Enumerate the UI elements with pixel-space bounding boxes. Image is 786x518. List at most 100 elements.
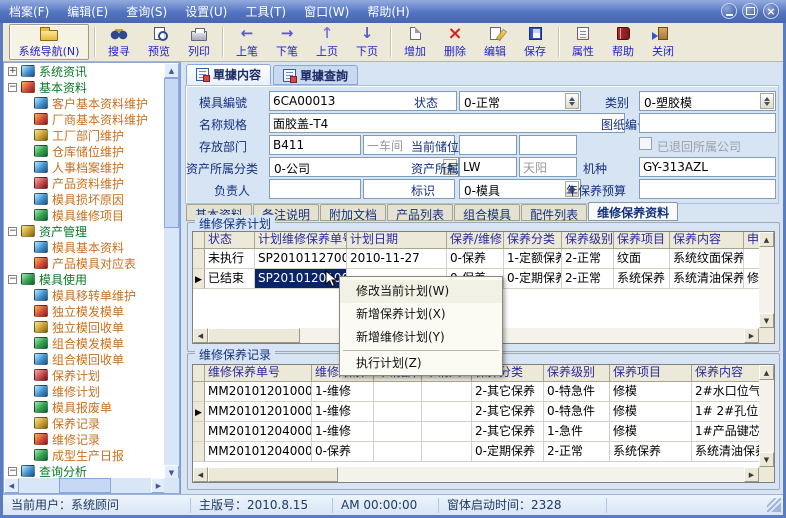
scroll-thumb[interactable] — [208, 328, 300, 343]
menu-item-new-maintain-plan[interactable]: 新增保养计划(X) — [340, 303, 502, 326]
sidebar-item-mold-usage[interactable]: 模具使用 — [4, 271, 164, 287]
records-horizontal-scrollbar[interactable] — [193, 467, 759, 482]
drawing-no-field[interactable] — [639, 113, 776, 133]
scroll-left-icon[interactable] — [193, 328, 208, 343]
menu-item-edit[interactable]: 编辑(E) — [58, 3, 117, 20]
col-maint-level[interactable]: 保养级别 — [544, 365, 610, 382]
menu-item-help[interactable]: 帮助(H) — [358, 3, 418, 20]
sidebar-item-vendor-maintain[interactable]: 厂商基本资料维护 — [4, 111, 164, 127]
edit-button[interactable]: 编辑 — [475, 23, 515, 61]
combo-spinner-icon[interactable] — [565, 93, 579, 109]
machine-field[interactable] — [639, 157, 776, 177]
col-maint-or-repair[interactable]: 保养/维修 — [447, 232, 504, 249]
scroll-up-icon[interactable] — [164, 63, 179, 78]
col-record-no[interactable]: 维修保养单号 — [205, 365, 312, 382]
prev-record-button[interactable]: 上笔 — [227, 23, 267, 61]
tag-combo[interactable]: 0-模具 — [459, 179, 581, 199]
col-maint-content[interactable]: 保养内容 — [670, 232, 744, 249]
tab-combo-mold[interactable]: 组合模具 — [454, 204, 520, 221]
close-button[interactable]: 关闭 — [643, 23, 683, 61]
save-button[interactable]: 保存 — [515, 23, 555, 61]
properties-button[interactable]: 属性 — [563, 23, 603, 61]
scroll-thumb[interactable] — [59, 478, 111, 493]
scroll-right-icon[interactable] — [744, 328, 759, 343]
col-plan-no[interactable]: 计划维修保养单号 — [255, 232, 347, 249]
tab-parts-list[interactable]: 配件列表 — [521, 204, 587, 221]
menu-item-file[interactable]: 档案(F) — [0, 3, 58, 20]
sidebar-item-mold-damage-reason[interactable]: 模具损坏原因 — [4, 191, 164, 207]
menu-item-settings[interactable]: 设置(U) — [176, 3, 236, 20]
sidebar-item-combo-issue[interactable]: 组合模发模单 — [4, 335, 164, 351]
search-button[interactable]: 搜寻 — [99, 23, 139, 61]
sidebar-item-product-data[interactable]: 产品资料维护 — [4, 175, 164, 191]
print-button[interactable]: 列印 — [179, 23, 219, 61]
col-maint-content[interactable]: 保养内容 — [692, 365, 761, 382]
collapse-icon[interactable] — [8, 275, 17, 284]
tab-doc-query[interactable]: 單據查詢 — [273, 65, 358, 85]
budget-field[interactable] — [639, 179, 776, 199]
sidebar-item-customer-maintain[interactable]: 客户基本资料维护 — [4, 95, 164, 111]
sidebar-item-repair-record[interactable]: 维修记录 — [4, 431, 164, 447]
scroll-up-icon[interactable] — [759, 365, 774, 380]
location-code-field[interactable] — [459, 135, 517, 155]
records-vertical-scrollbar[interactable] — [759, 365, 774, 467]
plan-vertical-scrollbar[interactable] — [759, 232, 774, 328]
tab-attachments[interactable]: 附加文档 — [320, 204, 386, 221]
sidebar-item-repair-plan[interactable]: 维修计划 — [4, 383, 164, 399]
category-combo[interactable]: 0-塑胶模 — [639, 91, 776, 111]
combo-spinner-icon[interactable] — [760, 93, 774, 109]
scroll-thumb[interactable] — [208, 467, 338, 482]
col-maint-item[interactable]: 保养项目 — [610, 365, 692, 382]
col-maint-level[interactable]: 保养级别 — [562, 232, 614, 249]
system-nav-button[interactable]: 系统导航(N) — [9, 24, 89, 60]
sidebar-item-single-issue[interactable]: 独立模发模单 — [4, 303, 164, 319]
dept-code-field[interactable] — [269, 135, 361, 155]
collapse-icon[interactable] — [8, 227, 17, 236]
sidebar-item-maintain-plan[interactable]: 保养计划 — [4, 367, 164, 383]
menu-item-modify-plan[interactable]: 修改当前计划(W) — [340, 280, 502, 303]
table-row[interactable]: MM201012040003 1-维修 2-其它保养 1-急件 修模 1#产品键… — [193, 422, 774, 442]
sidebar-item-system-info[interactable]: 系统资讯 — [4, 63, 164, 79]
col-status[interactable]: 状态 — [205, 232, 255, 249]
sidebar-item-base-data[interactable]: 基本资料 — [4, 79, 164, 95]
sidebar-item-query-analysis[interactable]: 查询分析 — [4, 463, 164, 478]
table-row[interactable]: MM201012040009 0-保养 0-定期保养 2-正常 系统保养 系统清… — [193, 442, 774, 462]
restore-button[interactable] — [742, 3, 758, 19]
sidebar-item-product-mold-map[interactable]: 产品模具对应表 — [4, 255, 164, 271]
sidebar-item-mold-transfer[interactable]: 模具移转单维护 — [4, 287, 164, 303]
collapse-icon[interactable] — [8, 467, 17, 476]
sidebar-item-daily-report[interactable]: 成型生产日报 — [4, 447, 164, 463]
scroll-right-icon[interactable] — [744, 467, 759, 482]
menu-item-execute-plan[interactable]: 执行计划(Z) — [340, 352, 502, 375]
next-page-button[interactable]: 下页 — [347, 23, 387, 61]
sidebar-item-hr-archive[interactable]: 人事档案维护 — [4, 159, 164, 175]
table-row[interactable]: 未执行 SP201011270041 2010-11-27 0-保养 1-定额保… — [193, 249, 774, 269]
prev-page-button[interactable]: 上页 — [307, 23, 347, 61]
sidebar-item-maintain-record[interactable]: 保养记录 — [4, 415, 164, 431]
sidebar-item-combo-return[interactable]: 组合模回收单 — [4, 351, 164, 367]
scroll-down-icon[interactable] — [759, 452, 774, 467]
minimize-button[interactable] — [721, 3, 737, 19]
scroll-left-icon[interactable] — [4, 478, 19, 493]
sidebar-item-mold-scrap[interactable]: 模具报废单 — [4, 399, 164, 415]
sidebar-item-mold-base-data[interactable]: 模具基本资料 — [4, 239, 164, 255]
collapse-icon[interactable] — [8, 83, 17, 92]
resize-grip[interactable] — [767, 498, 781, 512]
name-spec-field[interactable] — [269, 113, 625, 133]
scroll-down-icon[interactable] — [759, 313, 774, 328]
menu-item-new-repair-plan[interactable]: 新增维修计划(Y) — [340, 326, 502, 349]
help-button[interactable]: 帮助 — [603, 23, 643, 61]
returned-checkbox[interactable] — [639, 137, 652, 150]
manager-name-field[interactable] — [363, 179, 455, 199]
menu-item-window[interactable]: 窗口(W) — [295, 3, 358, 20]
owner-code-field[interactable] — [459, 157, 517, 177]
sidebar-item-mold-repair-items[interactable]: 模具维修项目 — [4, 207, 164, 223]
sidebar-item-warehouse[interactable]: 仓库储位维护 — [4, 143, 164, 159]
sidebar-item-single-return[interactable]: 独立模回收单 — [4, 319, 164, 335]
sidebar-vertical-scrollbar[interactable] — [164, 63, 179, 480]
tab-maintenance-data[interactable]: 维修保养资料 — [588, 202, 678, 221]
status-combo[interactable]: 0-正常 — [459, 91, 581, 111]
scroll-thumb[interactable] — [164, 78, 179, 228]
menu-item-query[interactable]: 查询(S) — [117, 3, 176, 20]
expand-icon[interactable] — [8, 67, 17, 76]
